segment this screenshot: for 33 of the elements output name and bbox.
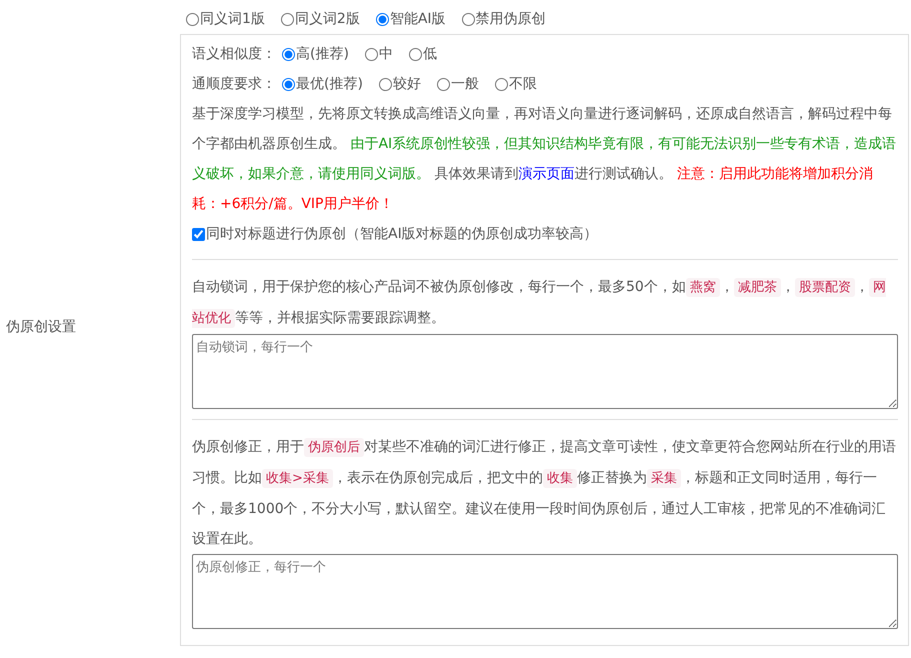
radio-button[interactable] xyxy=(186,12,199,26)
radio-button[interactable] xyxy=(282,78,295,90)
radio-button[interactable] xyxy=(378,78,392,90)
option-label[interactable]: 不限 xyxy=(508,75,537,93)
radio-button[interactable] xyxy=(436,78,450,90)
description-text: 基于深度学习模型，先将原文转换成高维语义向量，再对语义向量进行逐词解码，还原成自然语言，解码过程中每个字都由机器原创生成。 由于AI系统原创性较强，但其知识结构毕竟有限，有可能无法识别一些专有术语，造成语义破坏，如果介意，请使用同义词版。 具体效果请到演示页面进行测试确认。 注意：启用此功能将增加积分消耗：+6积分/篇。VIP用户半价！ xyxy=(192,105,898,214)
radio-button[interactable] xyxy=(376,12,389,26)
option-label[interactable]: 高(推荐) xyxy=(296,45,349,63)
corrections-field[interactable]: 伪原创修正，每行一个 xyxy=(192,554,898,629)
setting-label: 通顺度要求： xyxy=(192,75,276,93)
radio-button[interactable] xyxy=(282,48,295,60)
radio-button[interactable] xyxy=(364,48,378,60)
option-label[interactable]: 一般 xyxy=(450,75,479,93)
radio-button[interactable] xyxy=(494,78,508,90)
section-label: 伪原创设置 xyxy=(6,318,76,336)
description-text: 伪原创修正，用于 伪原创后 对某些不准确的词汇进行修正，提高文章可读性，使文章更符合您网站所在行业的用语习惯。比如 收集>采集 ，表示在伪原创完成后，把文中的 收集 修正替换为 采集 ，标题和正文同时适用，每行一个，最多1000个，不分大小写，默认留空。建议在使用一段时间伪原创后，通过人工审核，把常见的不准确词汇设置在此。 xyxy=(192,437,897,549)
radio-button[interactable] xyxy=(462,12,475,26)
option-label[interactable]: 智能AI版 xyxy=(390,10,446,28)
description-text: 自动锁词，用于保护您的核心产品词不被伪原创修改，每行一个，最多50个，如 燕窝 ， 减肥茶 ， 股票配资 ， 网站优化 等等，并根据实际需要跟踪调整。 xyxy=(192,277,887,330)
option-label[interactable]: 禁用伪原创 xyxy=(476,10,546,28)
title-checkbox[interactable] xyxy=(192,228,205,240)
option-label[interactable]: 最优(推荐) xyxy=(296,75,363,93)
setting-label: 语义相似度： xyxy=(192,45,276,63)
option-label[interactable]: 低 xyxy=(422,45,437,63)
option-label[interactable]: 较好 xyxy=(392,75,421,93)
option-label[interactable]: 中 xyxy=(378,45,393,63)
radio-button[interactable] xyxy=(408,48,422,60)
option-label[interactable]: 同义词2版 xyxy=(294,10,360,28)
radio-button[interactable] xyxy=(280,12,294,26)
lock-words-field[interactable]: 自动锁词，每行一个 xyxy=(192,334,898,409)
demo-page-link[interactable]: 演示页面 xyxy=(518,166,574,182)
checkbox-label[interactable]: 同时对标题进行伪原创（智能AI版对标题的伪原创成功率较高） xyxy=(206,225,598,243)
option-label[interactable]: 同义词1版 xyxy=(200,10,265,28)
